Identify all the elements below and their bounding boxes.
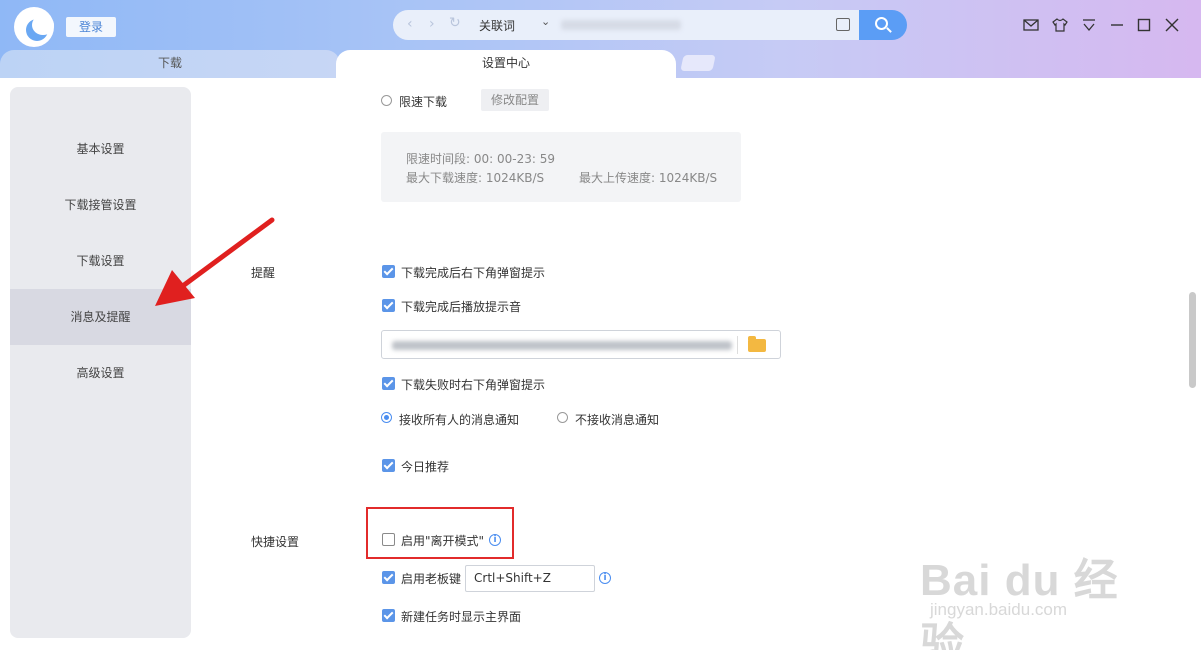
- chevron-down-icon[interactable]: ⌄: [541, 15, 550, 28]
- watermark-brand: Bai du 经验: [920, 556, 1119, 650]
- baidu-watermark: Bai du 经验 jingyan.baidu.com: [920, 520, 1140, 650]
- popup-on-complete-checkbox[interactable]: [382, 265, 395, 278]
- popup-on-fail-checkbox[interactable]: [382, 377, 395, 390]
- show-main-on-new-label: 新建任务时显示主界面: [401, 610, 522, 624]
- info-icon[interactable]: i: [599, 572, 611, 584]
- info-icon[interactable]: i: [489, 534, 501, 546]
- max-download-speed: 最大下载速度: 1024KB/S: [406, 171, 545, 185]
- settings-sidebar: 基本设置 下载接管设置 下载设置 消息及提醒 高级设置: [10, 87, 191, 638]
- away-mode-checkbox[interactable]: [382, 533, 395, 546]
- forward-arrow-icon[interactable]: ›: [429, 16, 435, 32]
- boss-key-hotkey-input[interactable]: Crtl+Shift+Z: [465, 565, 595, 592]
- receive-all-label: 接收所有人的消息通知: [399, 413, 520, 427]
- sidebar-item-basic[interactable]: 基本设置: [10, 121, 191, 177]
- today-recommend-checkbox[interactable]: [382, 459, 395, 472]
- away-mode-label: 启用"离开模式": [401, 534, 485, 548]
- refresh-icon[interactable]: ↻: [449, 15, 461, 31]
- popup-on-complete-label: 下载完成后右下角弹窗提示: [401, 266, 546, 280]
- new-tab-button[interactable]: [680, 55, 716, 71]
- app-logo: [14, 7, 54, 47]
- search-bar[interactable]: ‹ › ↻ 关联词 ⌄: [393, 10, 859, 40]
- speed-limit-info: 限速时间段: 00: 00-23: 59 最大下载速度: 1024KB/S 最大…: [381, 132, 741, 202]
- favorite-icon[interactable]: [836, 18, 850, 31]
- mail-icon[interactable]: [1023, 17, 1039, 33]
- speed-limit-time-range: 限速时间段: 00: 00-23: 59: [406, 152, 555, 166]
- search-keyword-label[interactable]: 关联词: [479, 17, 515, 34]
- popup-on-fail-label: 下载失败时右下角弹窗提示: [401, 378, 546, 392]
- sound-on-complete-label: 下载完成后播放提示音: [401, 300, 522, 314]
- boss-key-checkbox[interactable]: [382, 571, 395, 584]
- back-arrow-icon[interactable]: ‹: [407, 16, 413, 32]
- menu-dropdown-icon[interactable]: [1081, 17, 1097, 33]
- tab-settings-center[interactable]: 设置中心: [336, 50, 676, 78]
- sound-on-complete-checkbox[interactable]: [382, 299, 395, 312]
- close-icon[interactable]: [1164, 17, 1180, 33]
- sound-file-path-input[interactable]: [381, 330, 781, 359]
- receive-all-radio[interactable]: [381, 412, 392, 423]
- modify-config-button[interactable]: 修改配置: [481, 89, 549, 111]
- speed-limit-label: 限速下载: [399, 95, 448, 109]
- show-main-on-new-checkbox[interactable]: [382, 609, 395, 622]
- search-input[interactable]: [561, 20, 681, 30]
- shortcut-section-label: 快捷设置: [251, 535, 300, 549]
- search-button[interactable]: [859, 10, 907, 40]
- title-bar: 登录 ‹ › ↻ 关联词 ⌄ 下载 设置中心: [0, 0, 1201, 78]
- annotation-arrow-icon: [155, 217, 275, 306]
- speed-limit-radio[interactable]: [381, 95, 392, 106]
- boss-key-label: 启用老板键: [401, 572, 462, 586]
- sidebar-item-advanced[interactable]: 高级设置: [10, 345, 191, 401]
- watermark-url: jingyan.baidu.com: [930, 600, 1068, 619]
- skin-shirt-icon[interactable]: [1052, 17, 1068, 33]
- receive-none-radio[interactable]: [557, 412, 568, 423]
- today-recommend-label: 今日推荐: [401, 460, 450, 474]
- receive-none-label: 不接收消息通知: [575, 413, 660, 427]
- vertical-scrollbar[interactable]: [1189, 292, 1196, 388]
- max-upload-speed: 最大上传速度: 1024KB/S: [579, 171, 718, 185]
- minimize-icon[interactable]: [1109, 17, 1125, 33]
- tab-download[interactable]: 下载: [0, 50, 340, 78]
- maximize-icon[interactable]: [1136, 17, 1152, 33]
- login-button[interactable]: 登录: [66, 17, 116, 37]
- folder-icon[interactable]: [748, 336, 766, 352]
